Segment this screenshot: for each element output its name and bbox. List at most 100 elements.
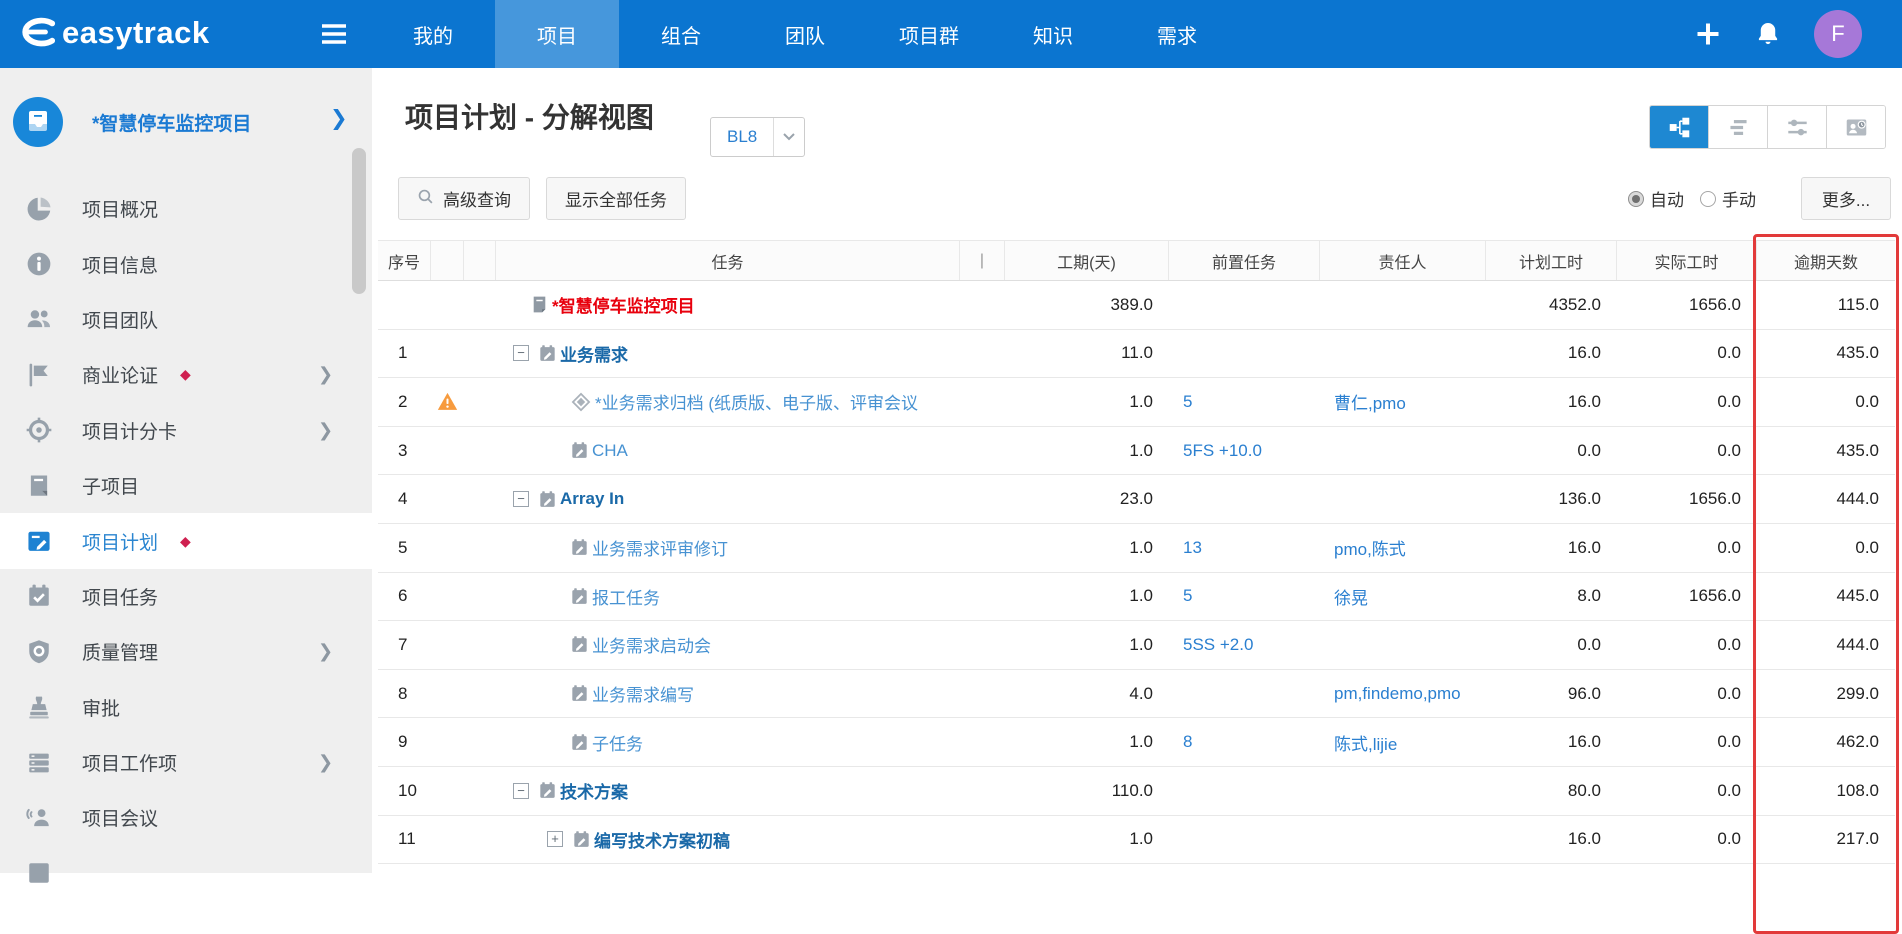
sidebar-item-plan[interactable]: 项目计划◆ [0,513,372,568]
table-row[interactable]: 4−Array In23.0136.01656.0444.0 [378,475,1895,524]
team-icon [26,306,52,332]
main-nav: 我的项目组合团队项目群知识需求 [371,0,1239,68]
sidebar-item-business-case[interactable]: 商业论证◆❯ [0,347,372,402]
main-content: 项目计划 - 分解视图 BL8 [372,68,1902,873]
header-actual[interactable]: 实际工时 [1617,241,1757,280]
table-row[interactable]: 8业务需求编写4.0pm,findemo,pmo96.00.0299.0 [378,670,1895,719]
project-avatar[interactable] [13,97,63,147]
owner-cell [1320,281,1486,329]
task-name[interactable]: 报工任务 [592,584,660,609]
sidebar-item-scorecard[interactable]: 项目计分卡❯ [0,403,372,458]
table-row[interactable]: 10−技术方案110.080.00.0108.0 [378,767,1895,816]
sidebar-scrollbar[interactable] [352,148,366,294]
baseline-select[interactable]: BL8 [710,117,805,157]
notifications-bell-icon[interactable] [1754,20,1782,48]
nav-item-knowledge[interactable]: 知识 [991,0,1115,68]
duration-cell: 1.0 [1005,816,1169,864]
table-row[interactable]: 5业务需求评审修订1.013pmo,陈式16.00.00.0 [378,524,1895,573]
planned-hours-cell: 96.0 [1486,670,1617,718]
warn-cell [431,378,464,426]
warn-cell [431,524,464,572]
table-row[interactable]: 3CHA1.05FS +10.00.00.0435.0 [378,427,1895,476]
sidebar-menu: 项目概况项目信息项目团队商业论证◆❯项目计分卡❯子项目项目计划◆项目任务质量管理… [0,181,372,901]
taskdoc-icon [570,441,589,460]
owner-cell: 曹仁,pmo [1320,378,1486,426]
table-row[interactable]: 2*业务需求归档 (纸质版、电子版、评审会议1.05曹仁,pmo16.00.00… [378,378,1895,427]
expand-toggle[interactable]: + [547,831,563,847]
table-row[interactable]: 1−业务需求11.016.00.0435.0 [378,330,1895,379]
table-row[interactable]: 7业务需求启动会1.05SS +2.00.00.0444.0 [378,621,1895,670]
pipe-cell [960,330,1005,378]
add-button[interactable] [1694,20,1722,48]
task-name[interactable]: Array In [560,489,624,509]
show-all-tasks-button[interactable]: 显示全部任务 [546,177,686,220]
task-name[interactable]: 编写技术方案初稿 [594,827,730,852]
task-cell: *业务需求归档 (纸质版、电子版、评审会议 [496,378,960,426]
app-logo[interactable]: easytrack [12,11,210,55]
seq-cell: 8 [378,670,431,718]
view-settings-button[interactable] [1767,106,1826,148]
auto-radio[interactable] [1628,191,1644,207]
more-button[interactable]: 更多... [1801,177,1891,220]
table-row[interactable]: 9子任务1.08陈式,lijie16.00.0462.0 [378,718,1895,767]
sidebar-item-meeting[interactable]: 项目会议 [0,790,372,845]
collapse-toggle[interactable]: − [513,345,529,361]
hamburger-menu-icon[interactable] [318,20,350,48]
sidebar-item-quality[interactable]: 质量管理❯ [0,624,372,679]
task-cell: *智慧停车监控项目 [496,281,960,329]
view-switcher [1649,105,1886,149]
actual-hours-cell: 1656.0 [1617,475,1757,523]
sidebar-item-approval[interactable]: 审批 [0,680,372,735]
task-name[interactable]: 业务需求评审修订 [592,535,728,560]
nav-item-portfolio[interactable]: 组合 [619,0,743,68]
sidebar-item-partial[interactable] [0,846,372,901]
task-name[interactable]: 业务需求启动会 [592,632,711,657]
plan-icon [26,528,52,554]
table-row[interactable]: *智慧停车监控项目389.04352.01656.0115.0 [378,281,1895,330]
view-gantt-button[interactable] [1708,106,1767,148]
task-name[interactable]: 业务需求编写 [592,681,694,706]
project-expand-chevron-icon[interactable]: ❯ [330,106,348,131]
nav-item-team[interactable]: 团队 [743,0,867,68]
planned-hours-cell: 16.0 [1486,816,1617,864]
overdue-days-cell: 444.0 [1757,475,1895,523]
sidebar-item-info[interactable]: 项目信息 [0,236,372,291]
header-duration[interactable]: 工期(天) [1005,241,1169,280]
nav-item-project[interactable]: 项目 [495,0,619,68]
chevron-right-icon: ❯ [318,752,333,773]
sidebar-item-workitems[interactable]: 项目工作项❯ [0,735,372,790]
header-owner[interactable]: 责任人 [1320,241,1486,280]
table-row[interactable]: 6报工任务1.05徐晃8.01656.0445.0 [378,573,1895,622]
task-name[interactable]: 子任务 [592,730,643,755]
collapse-toggle[interactable]: − [513,491,529,507]
nav-item-program[interactable]: 项目群 [867,0,991,68]
nav-item-my[interactable]: 我的 [371,0,495,68]
sidebar-item-subproject[interactable]: 子项目 [0,458,372,513]
sidebar-item-team[interactable]: 项目团队 [0,292,372,347]
header-task[interactable]: 任务 [496,241,960,280]
sidebar-item-tasks[interactable]: 项目任务 [0,569,372,624]
collapse-toggle[interactable]: − [513,783,529,799]
view-resource-button[interactable] [1826,106,1885,148]
header-planned[interactable]: 计划工时 [1486,241,1617,280]
task-name[interactable]: *智慧停车监控项目 [552,292,695,317]
task-name[interactable]: 业务需求 [560,341,628,366]
header-seq[interactable]: 序号 [378,241,431,280]
task-name[interactable]: *业务需求归档 (纸质版、电子版、评审会议 [595,389,918,414]
manual-radio[interactable] [1700,191,1716,207]
sidebar-item-overview[interactable]: 项目概况 [0,181,372,236]
task-name[interactable]: 技术方案 [560,778,628,803]
header-predecessor[interactable]: 前置任务 [1169,241,1320,280]
nav-item-demand[interactable]: 需求 [1115,0,1239,68]
gap-cell [464,767,496,815]
project-name[interactable]: *智慧停车监控项目 [92,109,251,136]
task-name[interactable]: CHA [592,441,628,461]
advanced-search-button[interactable]: 高级查询 [398,177,530,220]
sidebar-item-label: 商业论证 [82,361,158,388]
table-row[interactable]: 11+编写技术方案初稿1.016.00.0217.0 [378,816,1895,865]
partial-icon [26,860,52,886]
view-breakdown-button[interactable] [1650,106,1708,148]
overdue-days-cell: 435.0 [1757,330,1895,378]
header-overdue[interactable]: 逾期天数 [1757,241,1895,280]
user-avatar[interactable]: F [1814,10,1862,58]
